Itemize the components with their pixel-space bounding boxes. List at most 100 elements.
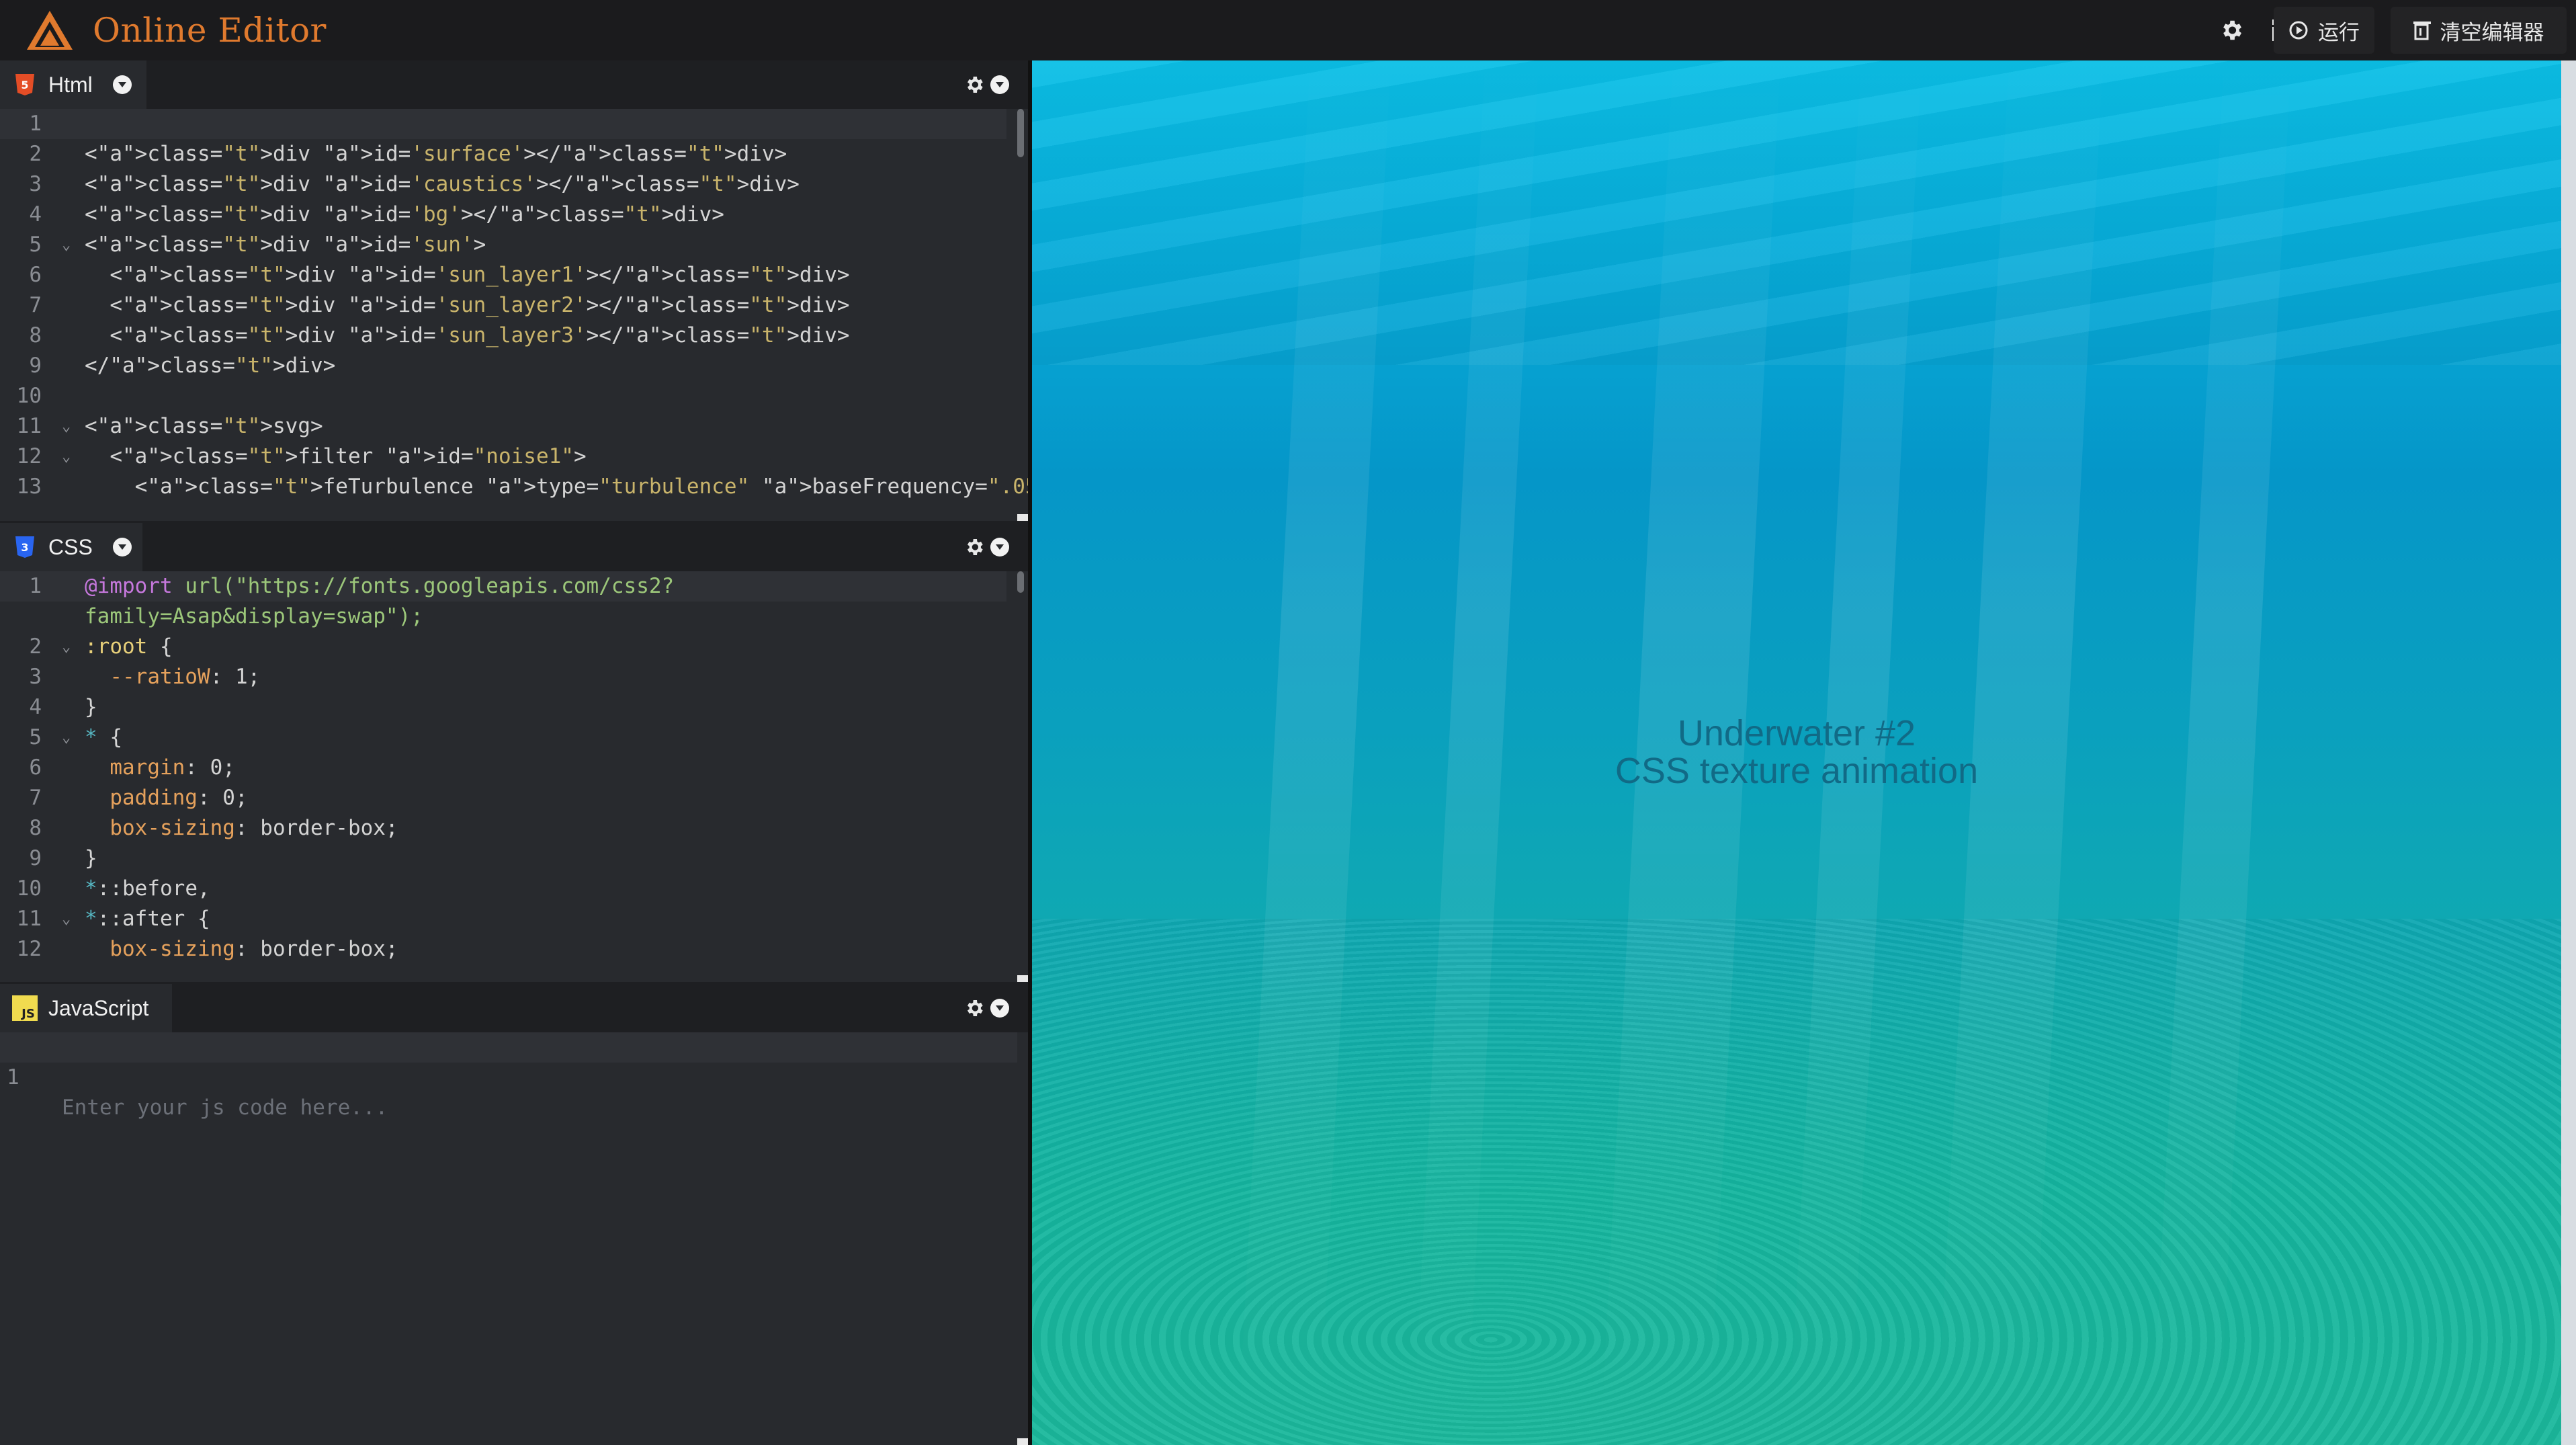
clear-editor-button[interactable]: 清空编辑器 [2391, 7, 2567, 54]
line-number: 3 [29, 172, 42, 196]
js-pane-gear-icon[interactable] [963, 997, 985, 1019]
css-code-area[interactable]: 1 @import url("https://fonts.googleapis.c… [0, 571, 1028, 982]
code-text: </"a">class="t">div> [85, 354, 336, 378]
fold-chevron-icon[interactable]: ⌄ [62, 230, 71, 260]
html-code-line: 13 <"a">class="t">feTurbulence "a">type=… [0, 472, 1028, 502]
html-code-area[interactable]: 1 2 <"a">class="t">div "a">id='surface'></… [0, 109, 1028, 521]
line-number: 12 [16, 444, 42, 468]
line-number: 11 [16, 414, 42, 438]
html-code-line: 10 [0, 381, 1006, 411]
line-number: 8 [29, 323, 42, 347]
html-pane-header: 5 Html [0, 60, 1028, 109]
preview-frame[interactable]: Underwater #2 CSS texture animation [1032, 60, 2561, 1445]
code-text: <"a">class="t">div "a">id='sun_layer3'><… [85, 323, 850, 347]
svg-text:JS: JS [20, 1007, 35, 1021]
html-scrollbar[interactable] [1017, 109, 1024, 157]
fold-chevron-icon[interactable]: ⌄ [62, 442, 71, 472]
line-number: 13 [16, 474, 42, 499]
fold-chevron-icon[interactable]: ⌄ [62, 722, 71, 753]
code-text: <"a">class="t">div "a">id='sun_layer1'><… [85, 263, 850, 287]
js-editor-pane: JS JavaScript 1 Enter your js code here.… [0, 984, 1028, 1445]
code-text: :root { [85, 634, 173, 659]
line-number: 4 [29, 202, 42, 226]
tab-css[interactable]: 3 CSS [0, 523, 142, 571]
css-code-line: 12 box-sizing: border-box; [0, 934, 1006, 964]
html-resize-handle[interactable] [1017, 514, 1028, 521]
run-button[interactable]: 运行 [2274, 7, 2374, 54]
line-number: 3 [29, 665, 42, 689]
line-number: 2 [29, 142, 42, 166]
html-code-line: 7 <"a">class="t">div "a">id='sun_layer2'… [0, 290, 1006, 321]
code-text: } [85, 695, 97, 719]
css-code-line: 11 ⌄ *::after { [0, 904, 1006, 934]
code-text: <"a">class="t">div "a">id='sun'> [85, 233, 486, 257]
css-code-line: family=Asap&display=swap"); [0, 602, 1006, 632]
css-code-line: 5 ⌄ * { [0, 722, 1006, 753]
js-code-area[interactable]: 1 Enter your js code here... [0, 1032, 1028, 1445]
html-code-line: 3 <"a">class="t">div "a">id='caustics'></… [0, 169, 1006, 200]
editor-column: 5 Html 1 2 <"a">class="t">div "a">id='surf… [0, 60, 1028, 1445]
code-text: <"a">class="t">div "a">id='bg'></"a">cla… [85, 202, 724, 226]
chevron-down-icon[interactable] [112, 538, 132, 556]
line-number: 9 [29, 354, 42, 378]
preview-title: Underwater #2 [1677, 713, 1916, 753]
tab-html[interactable]: 5 Html [0, 60, 146, 109]
line-number: 8 [29, 816, 42, 840]
html-pane-gear-icon[interactable] [963, 74, 985, 95]
line-number: 6 [29, 263, 42, 287]
line-number: 1 [29, 574, 42, 598]
html-code-line: 9 </"a">class="t">div> [0, 351, 1006, 381]
js-resize-handle[interactable] [1017, 1438, 1028, 1445]
chevron-down-icon[interactable] [112, 75, 132, 94]
tab-css-label: CSS [48, 534, 93, 559]
js-icon: JS [12, 995, 38, 1021]
fold-chevron-icon[interactable]: ⌄ [62, 411, 71, 442]
line-number: 7 [29, 293, 42, 317]
tab-javascript-label: JavaScript [48, 995, 149, 1020]
line-number: 12 [16, 937, 42, 961]
fold-chevron-icon[interactable]: ⌄ [62, 904, 71, 934]
line-number: 1 [29, 112, 42, 136]
code-text: *::after { [85, 907, 210, 931]
html-code-line: 5 ⌄ <"a">class="t">div "a">id='sun'> [0, 230, 1006, 260]
clear-editor-label: 清空编辑器 [2440, 20, 2544, 45]
code-text: padding: 0; [110, 786, 248, 810]
css-code-line: 8 box-sizing: border-box; [0, 813, 1006, 843]
fold-chevron-icon[interactable]: ⌄ [62, 632, 71, 662]
line-number: 5 [29, 233, 42, 257]
line-number: 10 [16, 876, 42, 901]
html-code-line: 11 ⌄ <"a">class="t">svg> [0, 411, 1006, 442]
line-number: 10 [16, 384, 42, 408]
html-code-line: 1 [0, 109, 1006, 139]
window-edge [2561, 60, 2576, 1445]
css-pane-collapse-icon[interactable] [990, 538, 1009, 556]
line-number: 7 [29, 786, 42, 810]
css-code-line: 4} [0, 692, 1006, 722]
code-text: margin: 0; [110, 755, 235, 780]
trash-icon [2413, 20, 2431, 40]
js-line-number: 1 [7, 1065, 19, 1089]
code-text: * { [85, 725, 122, 749]
css-code-line: 7 padding: 0; [0, 783, 1006, 813]
html-editor-pane: 5 Html 1 2 <"a">class="t">div "a">id='surf… [0, 60, 1028, 521]
css-scrollbar[interactable] [1017, 571, 1024, 593]
css-code-line: 6 margin: 0; [0, 753, 1006, 783]
css-code-line: 2 ⌄:root { [0, 632, 1006, 662]
settings-button[interactable] [2215, 13, 2248, 47]
js-pane-collapse-icon[interactable] [990, 999, 1009, 1018]
svg-text:5: 5 [21, 79, 28, 91]
play-circle-icon [2288, 20, 2309, 40]
css-pane-gear-icon[interactable] [963, 536, 985, 558]
html-pane-collapse-icon[interactable] [990, 75, 1009, 94]
html-code-line: 12 ⌄ <"a">class="t">filter "a">id="noise1… [0, 442, 1006, 472]
svg-text:3: 3 [21, 541, 28, 554]
tab-javascript[interactable]: JS JavaScript [0, 984, 172, 1032]
code-text: box-sizing: border-box; [110, 816, 398, 840]
js-pane-header: JS JavaScript [0, 984, 1028, 1032]
line-number: 6 [29, 755, 42, 780]
html5-icon: 5 [15, 73, 35, 96]
css-resize-handle[interactable] [1017, 975, 1028, 982]
preview-subtitle: CSS texture animation [1615, 751, 1979, 791]
code-text: *::before, [85, 876, 210, 901]
code-text: family=Asap&display=swap"); [85, 604, 423, 628]
